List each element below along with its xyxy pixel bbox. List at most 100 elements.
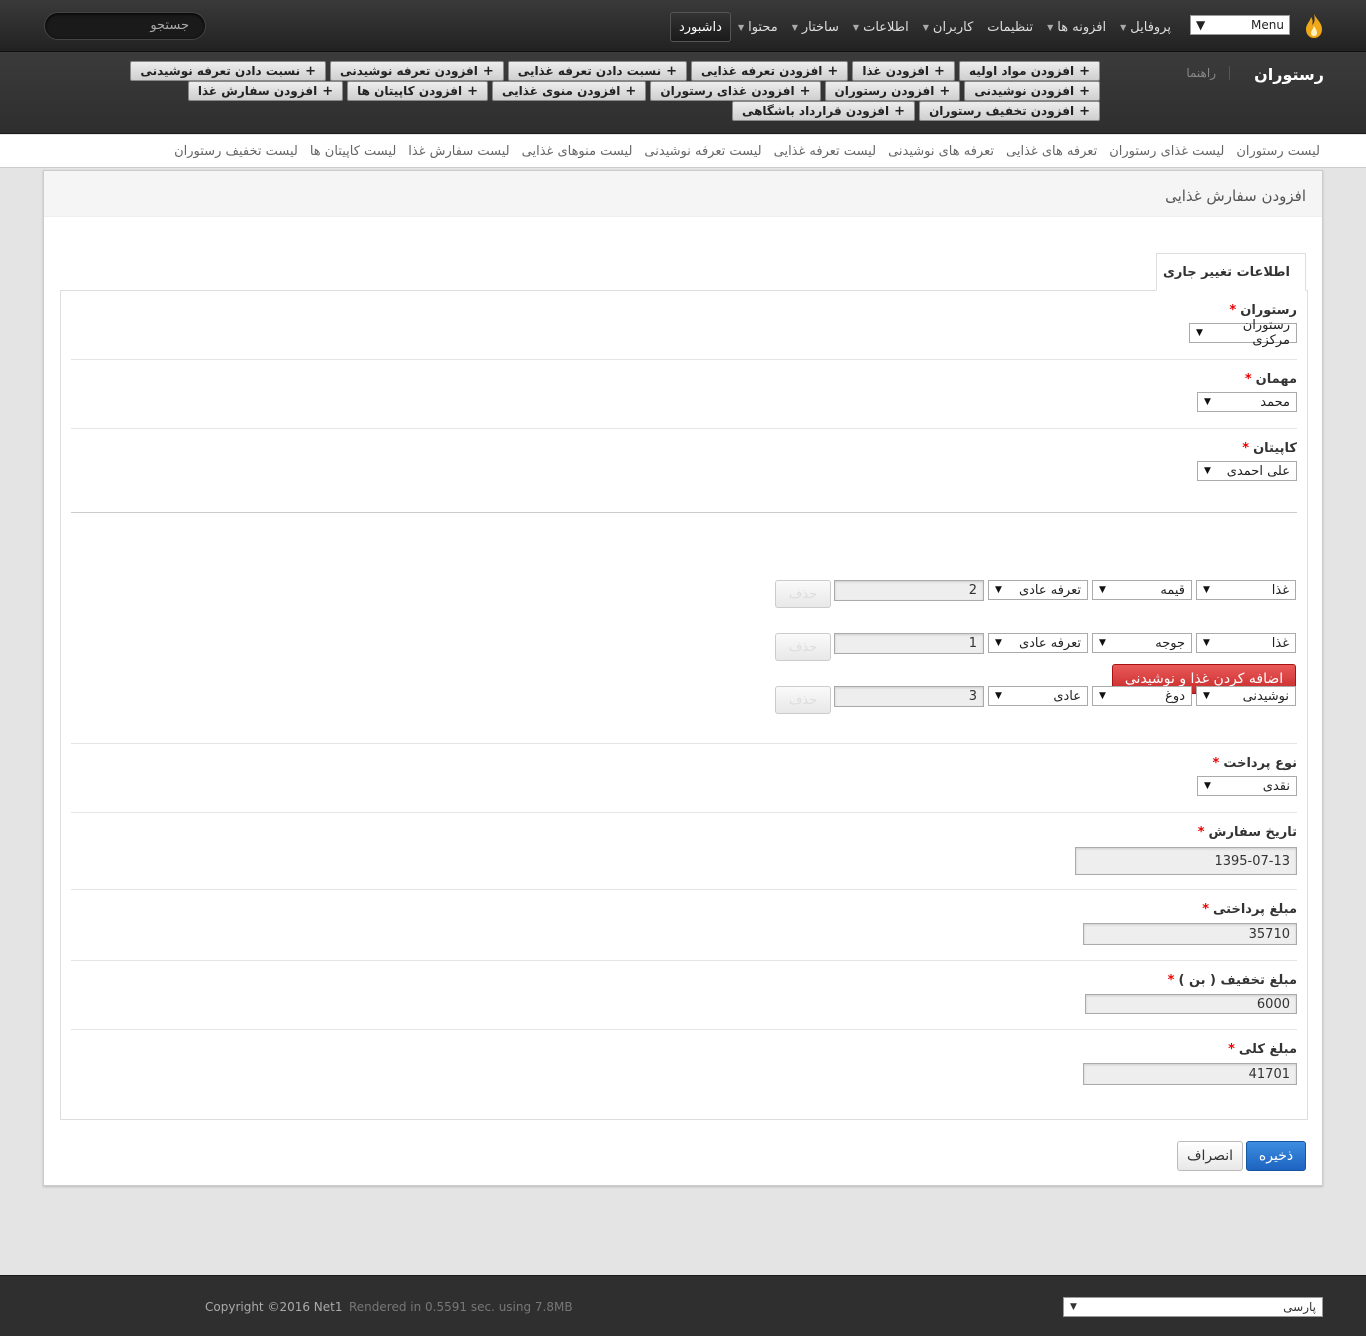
caret-down-icon: ▼ xyxy=(791,22,798,32)
nav-item-3[interactable]: اطلاعات ▼ xyxy=(846,12,916,42)
quick-action-label: افزودن قرارداد باشگاهی xyxy=(741,104,890,118)
item-quantity-input[interactable]: 3 xyxy=(834,686,984,707)
cancel-button[interactable]: انصراف xyxy=(1177,1141,1243,1171)
item-tariff-select[interactable]: تعرفه عادی ▼ xyxy=(988,580,1088,600)
nav-item-2[interactable]: ساختار ▼ xyxy=(785,12,846,42)
quick-action-button[interactable]: + افزودن تخفیف رستوران xyxy=(919,101,1100,121)
chevron-down-icon: ▼ xyxy=(1204,781,1211,791)
quick-action-button[interactable]: + افزودن کاپیتان ها xyxy=(347,81,489,101)
delete-item-button[interactable]: حذف xyxy=(775,686,831,714)
top-navbar: ▼ Menu داشبورد محتوا ▼ ساختار ▼ اطلاعات ▼ کاربر… xyxy=(0,0,1366,52)
item-type-select[interactable]: نوشیدنی ▼ xyxy=(1196,686,1296,706)
plus-icon: + xyxy=(799,83,811,99)
list-link[interactable]: لیست سفارش غذا xyxy=(408,144,509,159)
item-quantity-input[interactable]: 1 xyxy=(834,633,984,654)
quick-action-button[interactable]: + افزودن قرارداد باشگاهی xyxy=(731,101,916,121)
list-link[interactable]: لیست تعرفه غذایی xyxy=(774,144,876,159)
save-button[interactable]: ذخیره xyxy=(1246,1141,1306,1171)
quick-action-label: افزودن رستوران xyxy=(834,84,935,98)
nav-item-4[interactable]: کاربران ▼ xyxy=(916,12,981,42)
quick-action-button[interactable]: + افزودن تعرفه غذایی xyxy=(691,61,849,81)
chevron-down-icon: ▼ xyxy=(1099,691,1106,701)
quick-action-button[interactable]: + افزودن غذای رستوران xyxy=(650,81,821,101)
order-date-input[interactable]: 1395-07-13 xyxy=(1075,847,1297,875)
item-name-select[interactable]: دوغ ▼ xyxy=(1092,686,1192,706)
restaurant-select[interactable]: رستوران مرکزی ▼ xyxy=(1189,318,1297,348)
nav-item-7[interactable]: پروفایل ▼ xyxy=(1113,12,1178,42)
required-marker: * xyxy=(1242,441,1250,456)
restaurant-field: رستوران* رستوران مرکزی ▼ xyxy=(71,303,1297,348)
item-type-select[interactable]: غذا ▼ xyxy=(1196,580,1296,600)
plus-icon: + xyxy=(482,63,494,79)
nav-item-0[interactable]: داشبورد xyxy=(669,12,731,42)
quick-action-label: نسبت دادن تعرفه غذایی xyxy=(517,64,662,78)
discount-amount-input[interactable]: 6000 xyxy=(1085,994,1297,1014)
caret-down-icon: ▼ xyxy=(922,22,929,32)
render-info: Rendered in 0.5591 sec. using 7.8MB xyxy=(349,1300,573,1314)
search-input[interactable]: جستجو xyxy=(44,12,206,40)
guest-label: مهمان xyxy=(1255,372,1297,387)
help-link[interactable]: راهنما xyxy=(1186,66,1216,80)
module-title[interactable]: رستوران xyxy=(1254,65,1324,84)
form-body: رستوران* رستوران مرکزی ▼ مهمان* محمد ▼ کاپ… xyxy=(60,290,1308,1120)
divider xyxy=(71,512,1297,513)
list-link[interactable]: لیست منوهای غذایی xyxy=(522,144,633,159)
item-type-select[interactable]: غذا ▼ xyxy=(1196,633,1296,653)
plus-icon: + xyxy=(625,83,637,99)
list-link[interactable]: لیست تعرفه نوشیدنی xyxy=(644,144,761,159)
list-link[interactable]: لیست کاپیتان ها xyxy=(310,144,396,159)
caret-down-icon: ▼ xyxy=(852,22,860,32)
quick-action-button[interactable]: + افزودن تعرفه نوشیدنی xyxy=(330,61,504,81)
captain-select[interactable]: علی احمدی ▼ xyxy=(1197,461,1297,481)
payment-type-select[interactable]: نقدی ▼ xyxy=(1197,776,1297,796)
main-nav: داشبورد محتوا ▼ ساختار ▼ اطلاعات ▼ کاربران ▼ تنظی… xyxy=(669,12,1178,42)
language-select[interactable]: پارسی ▼ xyxy=(1063,1297,1323,1317)
quick-action-label: افزودن نوشیدنی xyxy=(974,84,1075,98)
item-name-select[interactable]: قیمه ▼ xyxy=(1092,580,1192,600)
quick-action-button[interactable]: + افزودن سفارش غذا xyxy=(187,81,344,101)
plus-icon: + xyxy=(666,63,677,79)
list-link[interactable]: تعرفه های نوشیدنی xyxy=(888,144,994,159)
delete-item-button[interactable]: حذف xyxy=(775,633,831,661)
item-tariff-select[interactable]: عادی ▼ xyxy=(988,686,1088,706)
tab-current-change[interactable]: اطلاعات تغییر جاری xyxy=(1156,253,1306,291)
quick-action-button[interactable]: + نسبت دادن تعرفه غذایی xyxy=(507,61,687,81)
panel-header: افزودن سفارش غذایی xyxy=(44,171,1322,217)
paid-amount-label: مبلغ پرداختی xyxy=(1213,902,1297,917)
nav-item-6[interactable]: افزونه ها ▼ xyxy=(1040,12,1113,42)
list-link[interactable]: لیست تخفیف رستوران xyxy=(174,144,298,159)
quick-action-button[interactable]: + افزودن مواد اولیه xyxy=(958,61,1100,81)
plus-icon: + xyxy=(894,103,906,119)
item-tariff-select-value: عادی xyxy=(1053,688,1081,704)
item-type-select-value: غذا xyxy=(1271,582,1289,598)
flame-icon[interactable] xyxy=(1302,12,1326,40)
guest-select[interactable]: محمد ▼ xyxy=(1197,392,1297,412)
quick-action-button[interactable]: + افزودن غذا xyxy=(852,61,955,81)
restaurant-label: رستوران xyxy=(1240,303,1297,318)
list-link[interactable]: لیست غذای رستوران xyxy=(1109,144,1224,159)
delete-item-button[interactable]: حذف xyxy=(775,580,831,608)
discount-amount-field: مبلغ تخفیف ( بن )* 6000 xyxy=(71,973,1297,1014)
paid-amount-input[interactable]: 35710 xyxy=(1083,923,1297,945)
list-link[interactable]: لیست رستوران xyxy=(1236,144,1320,159)
total-amount-input[interactable]: 41701 xyxy=(1083,1063,1297,1085)
quick-action-buttons: + افزودن مواد اولیه + افزودن غذا + افزودن تعر… xyxy=(130,61,1100,121)
list-link[interactable]: تعرفه های غذایی xyxy=(1006,144,1097,159)
quick-action-button[interactable]: + افزودن رستوران xyxy=(824,81,961,101)
required-marker: * xyxy=(1202,902,1209,917)
item-tariff-select[interactable]: تعرفه عادی ▼ xyxy=(988,633,1088,653)
menu-select[interactable]: ▼ Menu xyxy=(1190,15,1290,35)
nav-item-1[interactable]: محتوا ▼ xyxy=(731,12,785,42)
quick-action-button[interactable]: + نسبت دادن تعرفه نوشیدنی xyxy=(130,61,327,81)
quick-action-label: افزودن کاپیتان ها xyxy=(357,84,463,98)
nav-item-5[interactable]: تنظیمات xyxy=(980,12,1040,42)
guest-field: مهمان* محمد ▼ xyxy=(71,372,1297,412)
list-links-bar: لیست رستوران لیست غذای رستوران تعرفه های غ… xyxy=(0,135,1366,191)
quick-action-button[interactable]: + افزودن منوی غذایی xyxy=(492,81,647,101)
quick-action-button[interactable]: + افزودن نوشیدنی xyxy=(964,81,1100,101)
quick-action-label: افزودن غذا xyxy=(862,64,930,78)
item-quantity-input[interactable]: 2 xyxy=(834,580,984,601)
item-name-select[interactable]: جوجه ▼ xyxy=(1092,633,1192,653)
divider xyxy=(71,1029,1297,1030)
plus-icon: + xyxy=(1079,103,1090,119)
